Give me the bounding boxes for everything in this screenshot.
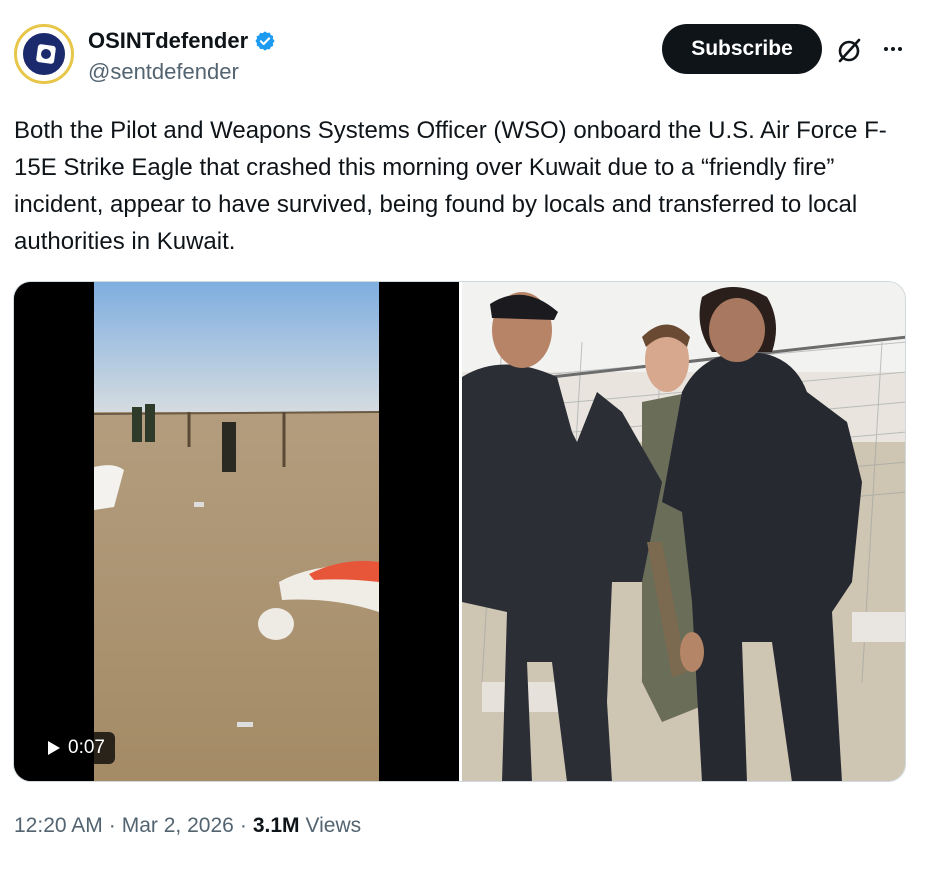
verified-badge-icon	[255, 31, 275, 51]
osint-defender-logo-icon	[21, 31, 67, 77]
meta-separator: ·	[239, 814, 247, 837]
video-frame	[14, 282, 459, 781]
meta-separator: ·	[108, 814, 116, 837]
tweet-media: 0:07	[13, 281, 906, 782]
avatar[interactable]	[14, 24, 74, 84]
author-handle[interactable]: @sentdefender	[88, 58, 276, 86]
tweet-text: Both the Pilot and Weapons Systems Offic…	[14, 117, 887, 255]
tweet-header: OSINTdefender @sentdefender Subscribe	[14, 24, 914, 88]
play-icon	[48, 741, 60, 755]
more-options-icon[interactable]	[878, 34, 908, 64]
photo-thumbnail[interactable]	[462, 282, 905, 781]
author-names: OSINTdefender @sentdefender	[88, 28, 276, 86]
display-name-row: OSINTdefender	[88, 28, 276, 54]
tweet-time[interactable]: 12:20 AM	[14, 814, 103, 838]
display-name[interactable]: OSINTdefender	[88, 28, 248, 54]
tweet-meta: 12:20 AM · Mar 2, 2026 · 3.1M Views	[14, 814, 361, 838]
tweet-date[interactable]: Mar 2, 2026	[122, 814, 234, 838]
views-label: Views	[305, 814, 362, 837]
grok-icon[interactable]	[834, 36, 864, 66]
photo-frame	[462, 282, 905, 781]
video-duration-badge[interactable]: 0:07	[38, 732, 115, 764]
views-count[interactable]: 3.1M	[253, 814, 300, 838]
video-thumbnail[interactable]: 0:07	[14, 282, 459, 781]
video-duration: 0:07	[68, 737, 105, 758]
subscribe-button[interactable]: Subscribe	[662, 24, 822, 74]
